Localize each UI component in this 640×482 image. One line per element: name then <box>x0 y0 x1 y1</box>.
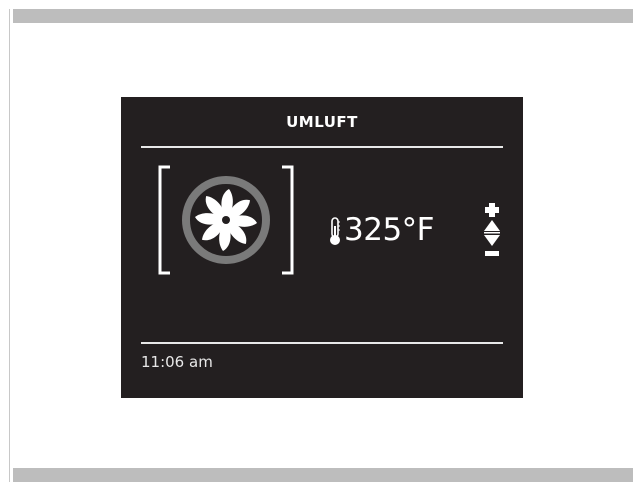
oven-display-screen: UMLUFT 325°F 11:06 am <box>121 97 523 398</box>
bottom-divider <box>141 342 503 344</box>
adjust-separator <box>484 232 500 234</box>
arrow-down-icon[interactable] <box>484 235 500 246</box>
top-rule <box>13 9 633 23</box>
clock-time: 11:06 am <box>141 353 213 371</box>
temperature-value[interactable]: 325°F <box>344 210 435 250</box>
plus-icon[interactable] <box>485 203 499 217</box>
page-left-edge <box>9 9 10 482</box>
mode-title: UMLUFT <box>286 113 358 131</box>
convection-fan-icon[interactable] <box>156 164 296 276</box>
minus-icon[interactable] <box>485 251 499 256</box>
temperature-adjust-control[interactable] <box>479 200 505 262</box>
bottom-rule <box>13 468 633 482</box>
thermometer-icon <box>330 217 340 245</box>
top-divider <box>141 146 503 148</box>
arrow-up-icon[interactable] <box>484 220 500 231</box>
